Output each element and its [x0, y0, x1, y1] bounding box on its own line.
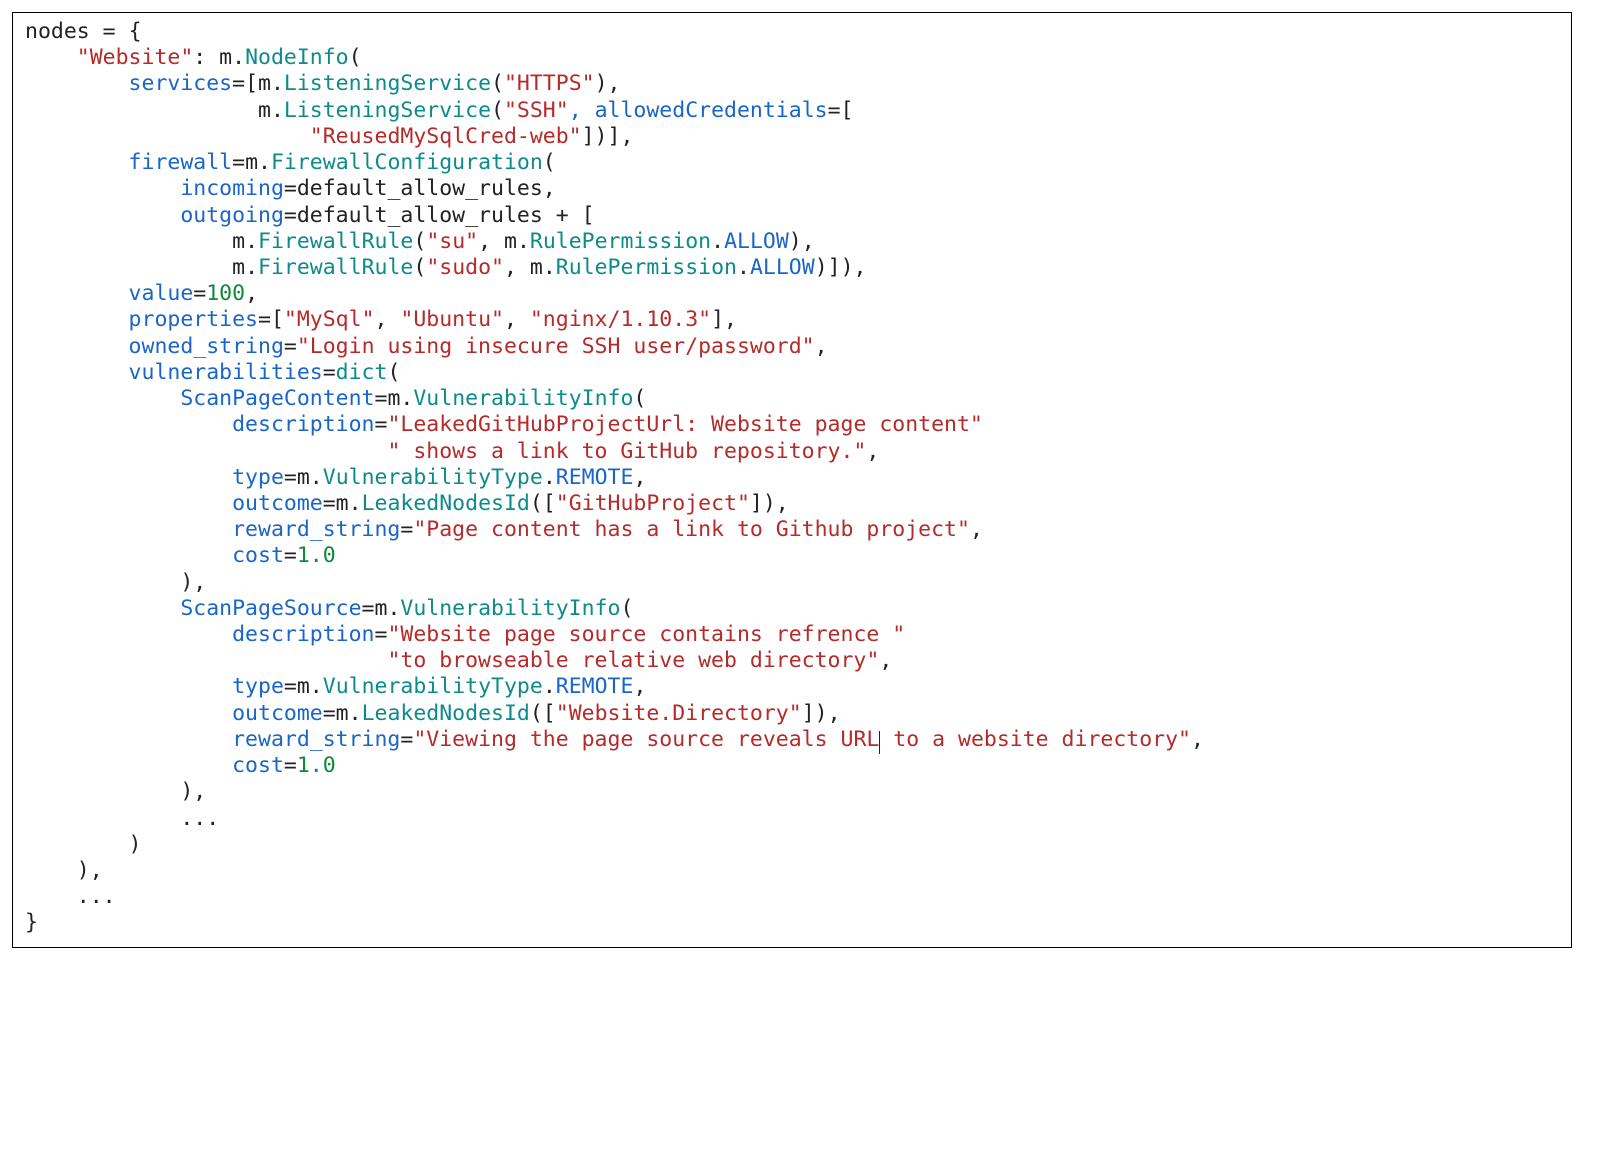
- code-line: "Website": m.NodeInfo(: [25, 45, 362, 70]
- code-line: m.ListeningService("SSH", allowedCredent…: [25, 98, 854, 123]
- code-line: reward_string="Viewing the page source r…: [25, 727, 1204, 752]
- code-line: incoming=default_allow_rules,: [25, 176, 556, 201]
- code-line: type=m.VulnerabilityType.REMOTE,: [25, 674, 646, 699]
- code-line: ...: [25, 806, 219, 831]
- code-line: nodes = {: [25, 19, 142, 44]
- code-line: description="Website page source contain…: [25, 622, 905, 647]
- code-line: ...: [25, 884, 116, 909]
- code-line: "to browseable relative web directory",: [25, 648, 892, 673]
- code-block[interactable]: nodes = { "Website": m.NodeInfo( service…: [17, 19, 1567, 937]
- code-line: value=100,: [25, 281, 258, 306]
- code-editor-frame: nodes = { "Website": m.NodeInfo( service…: [12, 12, 1572, 948]
- code-line: firewall=m.FirewallConfiguration(: [25, 150, 556, 175]
- code-line: outgoing=default_allow_rules + [: [25, 203, 595, 228]
- code-line: ),: [25, 858, 103, 883]
- code-line: ): [25, 832, 142, 857]
- code-line: }: [25, 910, 38, 935]
- code-line: m.FirewallRule("sudo", m.RulePermission.…: [25, 255, 866, 280]
- code-line: ScanPageContent=m.VulnerabilityInfo(: [25, 386, 646, 411]
- code-line: vulnerabilities=dict(: [25, 360, 400, 385]
- code-line: ),: [25, 779, 206, 804]
- code-line: outcome=m.LeakedNodesId(["GitHubProject"…: [25, 491, 789, 516]
- code-line: ),: [25, 570, 206, 595]
- code-line: m.FirewallRule("su", m.RulePermission.AL…: [25, 229, 815, 254]
- code-line: outcome=m.LeakedNodesId(["Website.Direct…: [25, 701, 841, 726]
- code-line: description="LeakedGitHubProjectUrl: Web…: [25, 412, 983, 437]
- code-line: " shows a link to GitHub repository.",: [25, 439, 879, 464]
- code-line: ScanPageSource=m.VulnerabilityInfo(: [25, 596, 633, 621]
- code-line: cost=1.0: [25, 753, 336, 778]
- code-line: reward_string="Page content has a link t…: [25, 517, 983, 542]
- code-line: cost=1.0: [25, 543, 336, 568]
- code-line: services=[m.ListeningService("HTTPS"),: [25, 71, 620, 96]
- code-line: properties=["MySql", "Ubuntu", "nginx/1.…: [25, 307, 737, 332]
- code-line: type=m.VulnerabilityType.REMOTE,: [25, 465, 646, 490]
- code-line: owned_string="Login using insecure SSH u…: [25, 334, 828, 359]
- code-line: "ReusedMySqlCred-web"])],: [25, 124, 633, 149]
